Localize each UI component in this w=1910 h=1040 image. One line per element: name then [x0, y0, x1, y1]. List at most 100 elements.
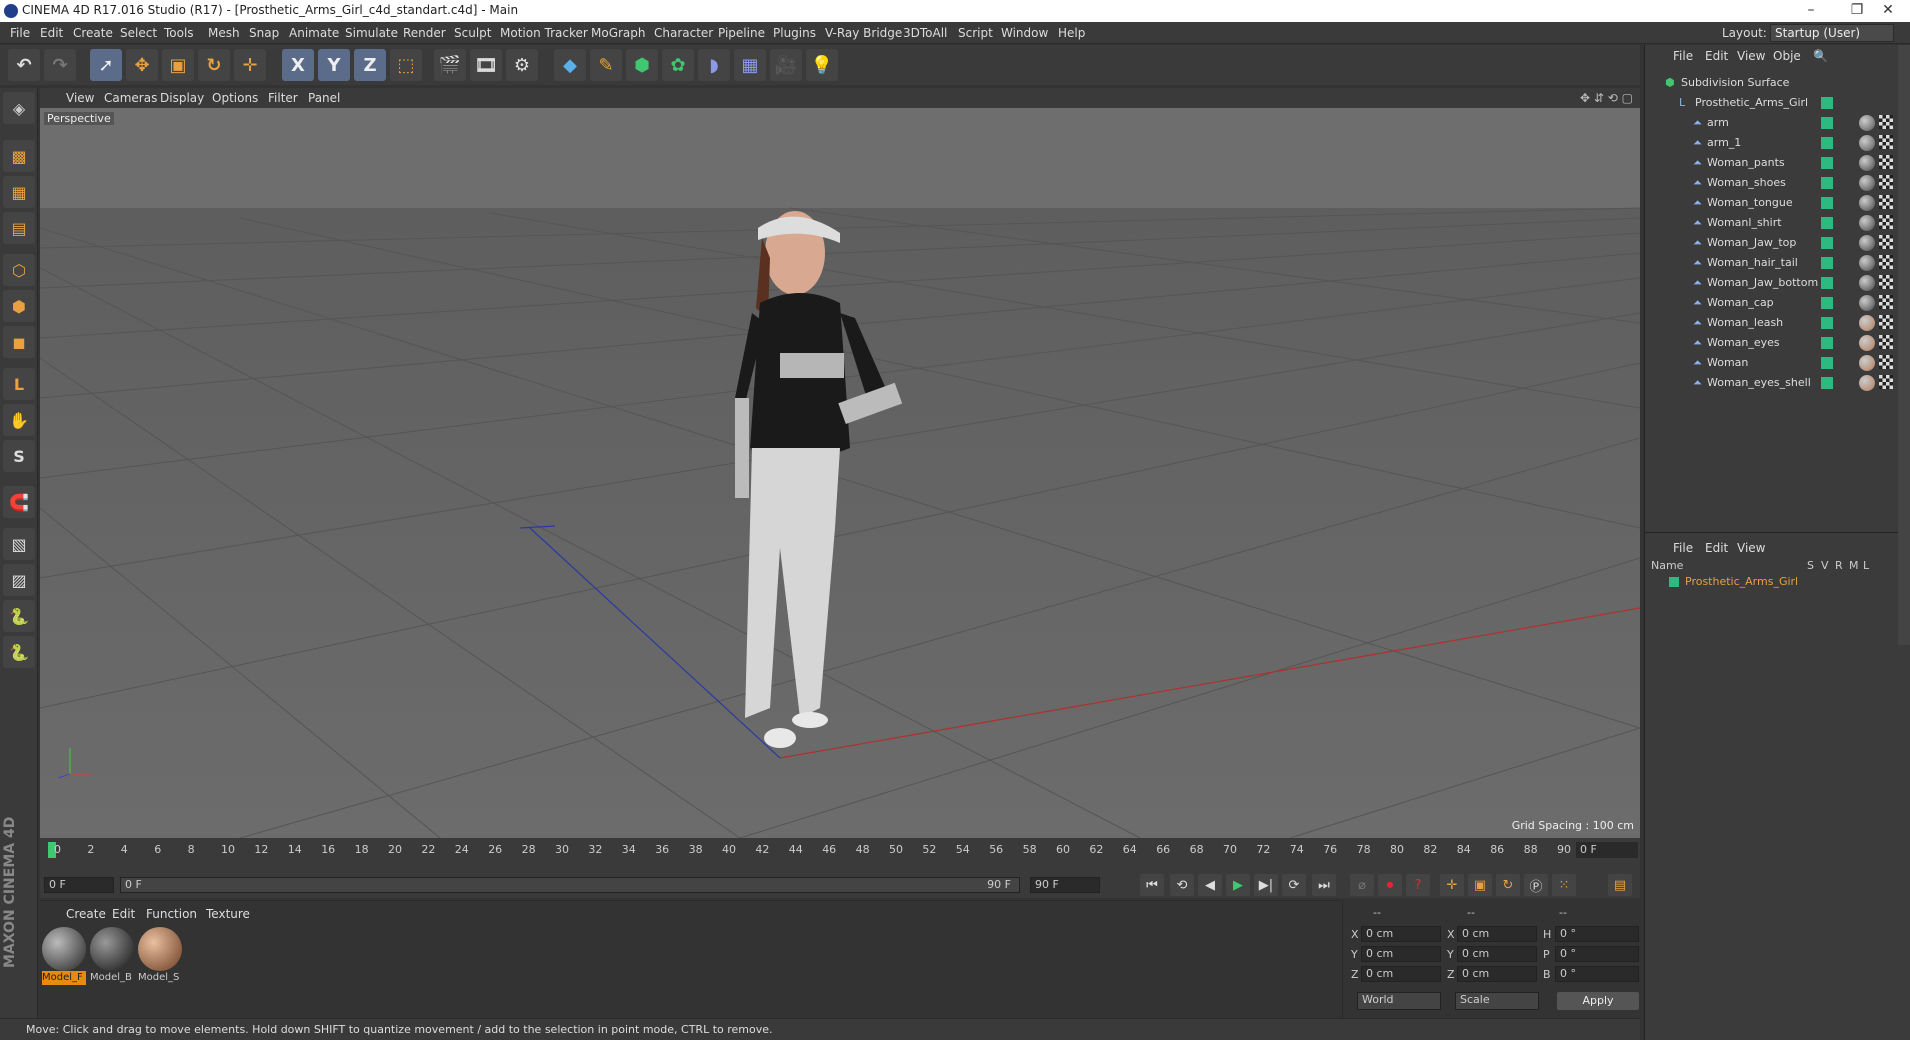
perspective-viewport[interactable]: Perspective Grid Spacing : 100 cm [40, 108, 1640, 838]
recent-tool-icon[interactable]: ✛ [234, 49, 266, 81]
size-mode-select[interactable]: Scale [1455, 992, 1539, 1010]
x-axis-lock-button[interactable]: X [282, 49, 314, 81]
rotate-icon[interactable]: ↻ [198, 49, 230, 81]
live-select-icon[interactable]: ➚ [90, 49, 122, 81]
visibility-dot[interactable] [1821, 277, 1833, 289]
menu-character[interactable]: Character [654, 26, 713, 40]
visibility-dot[interactable] [1821, 257, 1833, 269]
object-row[interactable]: ⏶ arm_1 [1645, 133, 1895, 153]
scale-key-icon[interactable]: ▣ [1468, 874, 1492, 896]
end-frame-field[interactable]: 90 F [1030, 877, 1100, 893]
menu-3dtoall[interactable]: 3DToAll [903, 26, 947, 40]
subdivision-surface-icon[interactable]: ⬢ [626, 49, 658, 81]
menu-snap[interactable]: Snap [249, 26, 279, 40]
object-row[interactable]: ⏶ Woman_eyes_shell [1645, 373, 1895, 393]
render-view-icon[interactable]: 🎬 [434, 49, 466, 81]
texture-mode-icon[interactable]: ▦ [3, 176, 35, 208]
menu-create[interactable]: Create [73, 26, 113, 40]
texture-tag-icon[interactable] [1879, 155, 1893, 169]
visibility-dot[interactable] [1821, 357, 1833, 369]
camera-icon[interactable]: 🎥 [770, 49, 802, 81]
visibility-dot[interactable] [1821, 197, 1833, 209]
texture-tag-icon[interactable] [1879, 335, 1893, 349]
object-row[interactable]: ⏶ Womanl_shirt [1645, 213, 1895, 233]
play-icon[interactable]: ▶ [1226, 874, 1250, 896]
object-row[interactable]: ⏶ Woman_cap [1645, 293, 1895, 313]
solo-mode-icon[interactable]: S [3, 440, 35, 472]
texture-tag-icon[interactable] [1879, 375, 1893, 389]
move-key-icon[interactable]: ✛ [1440, 874, 1464, 896]
viewport-menu-display[interactable]: Display [160, 91, 204, 105]
pla-key-icon[interactable]: ⁙ [1552, 874, 1576, 896]
visibility-dot[interactable] [1821, 337, 1833, 349]
visibility-dot[interactable] [1821, 117, 1833, 129]
material-menu-edit[interactable]: Edit [112, 907, 135, 921]
texture-tag-icon[interactable] [1879, 115, 1893, 129]
size-x-field[interactable]: 0 cm [1457, 926, 1537, 942]
snap-icon[interactable]: 🧲 [3, 486, 35, 518]
workplane-mode-icon[interactable]: ▤ [3, 212, 35, 244]
objmgr-menu-file[interactable]: File [1673, 49, 1693, 63]
menu-pipeline[interactable]: Pipeline [718, 26, 765, 40]
autokey-icon[interactable]: ? [1406, 874, 1430, 896]
material-tag-icon[interactable] [1859, 355, 1875, 371]
texture-tag-icon[interactable] [1879, 195, 1893, 209]
loop-icon[interactable]: ⟳ [1282, 874, 1306, 896]
axis-mode-icon[interactable]: L [3, 368, 35, 400]
material-tag-icon[interactable] [1859, 115, 1875, 131]
texture-tag-icon[interactable] [1879, 255, 1893, 269]
visibility-dot[interactable] [1821, 217, 1833, 229]
visibility-dot[interactable] [1821, 317, 1833, 329]
rotate-key-icon[interactable]: ↻ [1496, 874, 1520, 896]
menu-script[interactable]: Script [958, 26, 993, 40]
apply-button[interactable]: Apply [1557, 992, 1639, 1010]
render-settings-icon[interactable]: ⚙ [506, 49, 538, 81]
material-tag-icon[interactable] [1859, 375, 1875, 391]
object-row[interactable]: ⏶ Woman_hair_tail [1645, 253, 1895, 273]
menu-simulate[interactable]: Simulate [345, 26, 398, 40]
material-tag-icon[interactable] [1859, 255, 1875, 271]
polygons-mode-icon[interactable]: ◼ [3, 326, 35, 358]
material-tag-icon[interactable] [1859, 175, 1875, 191]
menu-sculpt[interactable]: Sculpt [454, 26, 491, 40]
keyframe-icon[interactable]: ⌀ [1350, 874, 1374, 896]
material-menu-texture[interactable]: Texture [206, 907, 250, 921]
visibility-dot[interactable] [1821, 137, 1833, 149]
quantize-icon[interactable]: ▨ [3, 564, 35, 596]
pos-y-field[interactable]: 0 cm [1361, 946, 1441, 962]
menu-vray-bridge[interactable]: V-Ray Bridge [825, 26, 902, 40]
menu-window[interactable]: Window [1001, 26, 1048, 40]
menu-render[interactable]: Render [403, 26, 446, 40]
pos-z-field[interactable]: 0 cm [1361, 966, 1441, 982]
undo-icon[interactable]: ↶ [8, 49, 40, 81]
redo-icon[interactable]: ↷ [44, 49, 76, 81]
attr-menu-view[interactable]: View [1737, 541, 1765, 555]
visibility-dot[interactable] [1821, 237, 1833, 249]
material-tag-icon[interactable] [1859, 235, 1875, 251]
material-tag-icon[interactable] [1859, 195, 1875, 211]
attr-menu-file[interactable]: File [1673, 541, 1693, 555]
step-forward-icon[interactable]: ▶| [1254, 874, 1278, 896]
texture-tag-icon[interactable] [1879, 175, 1893, 189]
material-tag-icon[interactable] [1859, 215, 1875, 231]
menu-select[interactable]: Select [120, 26, 157, 40]
material-tag-icon[interactable] [1859, 295, 1875, 311]
play-backwards-icon[interactable]: ⟲ [1170, 874, 1194, 896]
size-z-field[interactable]: 0 cm [1457, 966, 1537, 982]
visibility-dot[interactable] [1821, 97, 1833, 109]
viewport-nav-icons[interactable]: ✥ ⇵ ⟲ ▢ [1580, 91, 1633, 105]
deformer-icon[interactable]: ◗ [698, 49, 730, 81]
menu-motion-tracker[interactable]: Motion Tracker [500, 26, 588, 40]
menu-plugins[interactable]: Plugins [773, 26, 816, 40]
texture-tag-icon[interactable] [1879, 315, 1893, 329]
object-row[interactable]: L Prosthetic_Arms_Girl [1645, 93, 1895, 113]
menu-mograph[interactable]: MoGraph [591, 26, 646, 40]
viewport-menu-filter[interactable]: Filter [268, 91, 298, 105]
points-mode-icon[interactable]: ⬡ [3, 254, 35, 286]
visibility-dot[interactable] [1821, 377, 1833, 389]
close-icon[interactable]: ✕ [1868, 0, 1908, 22]
floor-icon[interactable]: ▦ [734, 49, 766, 81]
material-menu-function[interactable]: Function [146, 907, 197, 921]
rot-p-field[interactable]: 0 ° [1555, 946, 1639, 962]
visibility-dot[interactable] [1821, 177, 1833, 189]
